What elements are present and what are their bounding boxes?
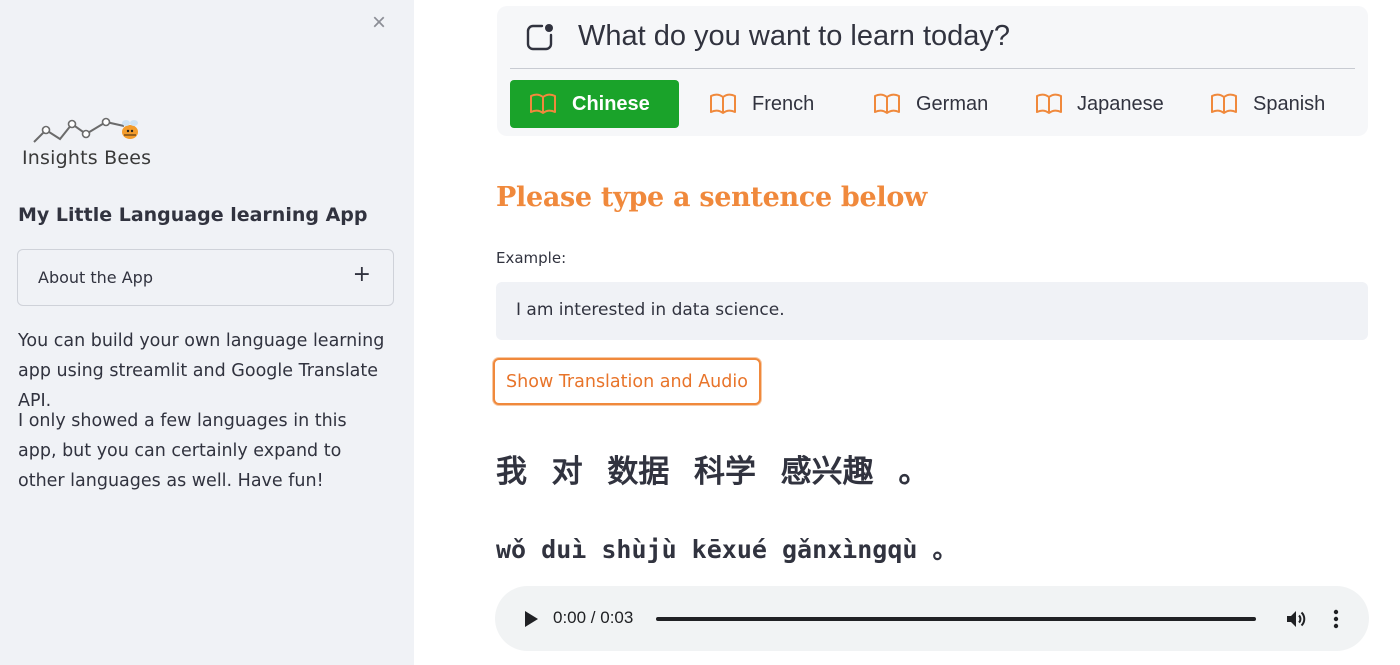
audio-time: 0:00 / 0:03 [553, 608, 634, 627]
tab-label: German [916, 93, 989, 115]
show-translation-button[interactable]: Show Translation and Audio [493, 358, 761, 405]
app-title: My Little Language learning App [18, 204, 368, 226]
tab-spanish[interactable]: Spanish [1199, 80, 1359, 128]
logo-text: Insights Bees [22, 147, 152, 169]
audio-seek-bar[interactable] [656, 617, 1256, 621]
tab-chinese[interactable]: Chinese [510, 80, 679, 128]
expander-label: About the App [38, 268, 153, 287]
more-vert-icon[interactable] [1329, 607, 1343, 631]
book-icon [874, 93, 900, 114]
tab-label: Chinese [572, 93, 650, 115]
chat-bubble-icon [526, 24, 553, 51]
example-code-block: I am interested in data science. [496, 282, 1368, 340]
tab-french[interactable]: French [697, 80, 847, 128]
menu-divider [510, 68, 1355, 69]
show-translation-label: Show Translation and Audio [506, 372, 748, 392]
book-icon [1211, 93, 1237, 114]
tab-japanese[interactable]: Japanese [1024, 80, 1189, 128]
expand-plus-icon: + [352, 262, 371, 287]
audio-player: 0:00 / 0:03 [495, 586, 1369, 651]
pinyin-text: wǒ duì shùjù kēxué gǎnxìngqù 。 [496, 535, 958, 564]
sidebar-note: I only showed a few languages in this ap… [18, 411, 347, 491]
book-icon [1036, 93, 1062, 114]
example-label: Example: [496, 249, 567, 267]
close-sidebar-icon[interactable]: × [368, 11, 390, 35]
language-option-menu: What do you want to learn today? Chinese… [497, 6, 1368, 136]
tab-label: French [752, 93, 815, 115]
play-icon[interactable] [523, 610, 539, 628]
book-icon [710, 93, 736, 114]
insights-bees-logo: Insights Bees [20, 112, 170, 174]
tab-label: Spanish [1253, 93, 1326, 115]
about-expander[interactable]: About the App + [17, 249, 394, 306]
section-heading: Please type a sentence below [496, 182, 927, 213]
logo-graphic [33, 117, 138, 143]
sidebar-description: You can build your own language learning… [18, 331, 385, 411]
book-icon [530, 93, 556, 114]
menu-prompt: What do you want to learn today? [578, 20, 1011, 52]
volume-icon[interactable] [1284, 607, 1308, 631]
example-sentence: I am interested in data science. [516, 300, 785, 320]
sidebar: × Insights Bees My Little Language learn… [0, 0, 414, 665]
tab-label: Japanese [1077, 93, 1164, 115]
tab-german[interactable]: German [862, 80, 1012, 128]
chinese-translation: 我 对 数据 科学 感兴趣 。 [496, 454, 930, 490]
